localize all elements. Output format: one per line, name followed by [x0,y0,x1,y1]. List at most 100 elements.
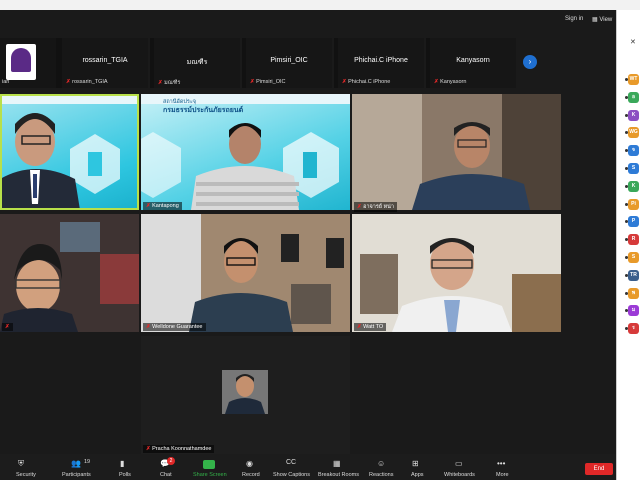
participant-avatar[interactable]: ร [628,323,639,335]
video-tile-active-speaker[interactable] [0,94,139,210]
thumb-label: ✗ rossarin_TGIA [66,79,108,85]
status-dot [625,95,628,99]
captions-icon: CC [286,459,297,466]
mic-muted-icon: ✗ [357,324,362,330]
mic-muted-icon: ✗ [146,324,151,330]
mic-muted-icon: ✗ [146,446,151,452]
tile-name-text: Pracha Koonnathamdee [152,446,212,452]
participant-avatar[interactable]: K [628,180,639,192]
mic-muted-icon: ✗ [342,79,347,85]
participants-icon: 👥 [71,459,81,468]
apps-icon: ⊞ [412,459,419,468]
more-icon: ••• [497,459,506,468]
thumb-label-text: rossarin_TGIA [72,79,108,85]
chat-button[interactable]: Chat [160,472,172,478]
record-icon: ◉ [246,459,253,468]
thumb-label-text: มณฑีร [164,80,181,86]
participant-avatar[interactable]: S [628,163,639,174]
participants-button[interactable]: Participants [62,472,91,478]
thumb-name: มณฑีร [186,59,208,66]
thumb-name: rossarin_TGIA [82,57,128,64]
thumb-label: ✗ มณฑีร [158,79,180,87]
tile-name-label: ✗ [2,323,13,331]
status-dot [625,273,628,277]
tile-name-text: อาจารย์ หน่า [363,204,395,210]
shield-icon: ⛨ [18,459,24,468]
video-content [0,214,139,332]
status-dot [625,167,628,170]
meeting-titlebar [0,10,616,32]
participant-avatar[interactable]: จ [628,145,639,157]
record-button[interactable]: Record [242,472,260,478]
participant-avatar[interactable]: WT [628,74,639,85]
sign-in-link[interactable]: Sign in [565,16,583,22]
mic-muted-icon: ✗ [250,79,255,85]
video-tile[interactable] [352,214,561,332]
thumb-label: ian [2,79,10,85]
browser-top-strip [0,0,640,10]
video-content [0,94,139,210]
participant-avatar[interactable]: Pi [628,198,639,210]
participant-avatar[interactable]: K [628,109,639,121]
end-meeting-button[interactable]: End [585,463,613,475]
thumb-name: Phichai.C iPhone [354,57,408,64]
thumb-label: ✗ Phichai.C iPhone [342,79,390,85]
mic-muted-icon: ✗ [434,79,439,85]
participant-avatar[interactable]: พ [628,287,639,299]
reactions-button[interactable]: Reactions [369,472,393,478]
tile-name-label: ✗ Kantapong [143,202,182,210]
thumb-label-text: Kanyasorn [440,79,467,85]
video-tile-camera-off[interactable] [141,336,350,454]
status-dot [625,291,628,295]
show-captions-button[interactable]: Show Captions [273,472,310,478]
next-page-button[interactable]: › [523,55,537,69]
participant-avatar[interactable]: R [628,234,639,246]
breakout-rooms-icon: ▦ [333,459,341,468]
apps-button[interactable]: Apps [411,472,424,478]
participant-avatar[interactable]: ม [628,305,639,317]
view-button[interactable]: ▦ View [592,16,612,23]
mic-muted-icon: ✗ [357,204,362,210]
mic-muted-icon: ✗ [146,203,151,209]
tile-name-text: Watt TO [363,324,384,330]
whiteboards-button[interactable]: Whiteboards [444,472,475,478]
participant-avatar[interactable]: P [628,216,639,228]
breakout-rooms-button[interactable]: Breakout Rooms [318,472,359,478]
thumb-name: Kanyasorn [456,57,490,64]
participant-avatar[interactable]: S [628,252,639,263]
status-dot [625,184,628,188]
university-seal-icon [11,48,31,72]
status-dot [625,113,628,117]
mic-muted-icon: ✗ [66,79,71,85]
slide-subheading: กรมธรรม์ประกันภัยรถยนต์ [163,107,244,114]
video-content [141,214,350,332]
more-button[interactable]: More [496,472,509,478]
polls-icon: ▮ [120,459,125,468]
tile-name-label: ✗ Pracha Koonnathamdee [143,445,215,453]
chevron-right-icon: › [528,57,532,66]
participants-count: 19 [84,459,91,465]
close-icon[interactable]: ✕ [630,38,636,46]
thumb-label: ✗ Pimsiri_OIC [250,79,285,85]
tile-name-text: Kantapong [152,203,179,209]
status-dot [625,202,628,206]
participant-avatar[interactable]: WG [628,127,639,139]
share-screen-button[interactable]: Share Screen [193,472,227,478]
tile-name-text: Welldone Guarantee [152,324,203,330]
video-tile[interactable] [352,94,561,210]
thumb-label-text: Pimsiri_OIC [256,79,286,85]
mic-muted-icon: ✗ [5,324,10,330]
video-tile[interactable]: สถานีอัดประจุ กรมธรรม์ประกันภัยรถยนต์ [141,94,350,210]
security-button[interactable]: Security [16,472,36,478]
participant-avatar[interactable]: TR [628,269,639,281]
video-tile[interactable] [0,214,139,332]
video-tile[interactable] [141,214,350,332]
profile-picture [222,370,268,414]
chat-unread-badge: 2 [167,457,175,465]
whiteboard-icon: ▭ [455,459,463,468]
tile-name-label: ✗ อาจารย์ หน่า [354,202,398,212]
video-content [352,214,561,332]
video-content [352,94,561,210]
participant-avatar[interactable]: อ [628,91,639,103]
polls-button[interactable]: Polls [119,472,131,478]
